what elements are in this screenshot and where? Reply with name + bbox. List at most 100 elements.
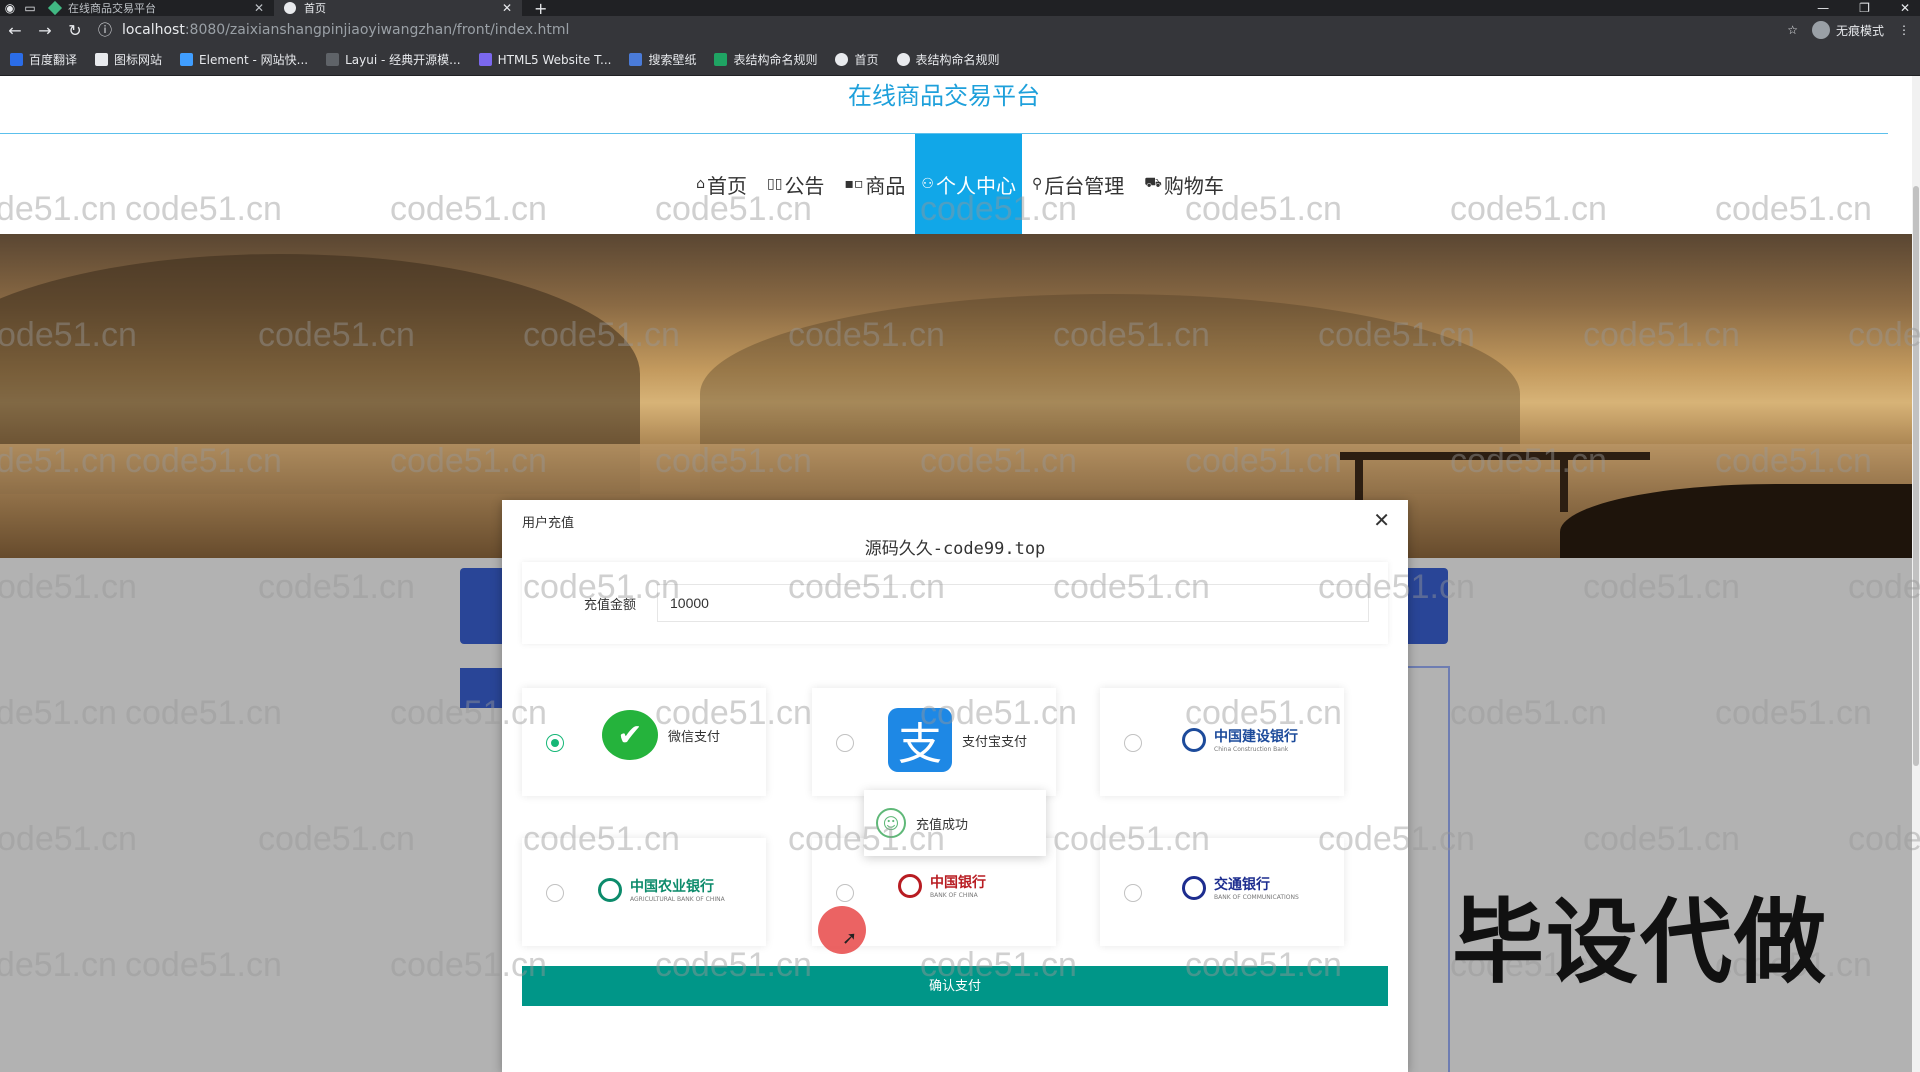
layui-icon bbox=[326, 53, 340, 66]
minimize-icon[interactable]: — bbox=[1817, 1, 1829, 15]
window-controls: — ❐ ✕ bbox=[1817, 1, 1920, 15]
nav-personal-center-label: 个人中心 bbox=[935, 173, 1016, 198]
nav-cart-label: 购物车 bbox=[1163, 173, 1224, 198]
pay-option-abc[interactable]: 中国农业银行 AGRICULTURAL BANK OF CHINA bbox=[522, 838, 766, 946]
alipay-logo: 支 支付宝支付 bbox=[888, 708, 1027, 772]
link-icon: ⚲ bbox=[1031, 176, 1043, 192]
amount-input[interactable] bbox=[657, 584, 1369, 622]
recharge-dialog: 用户充值 ✕ 源码久久-code99.top 充值金额 ✔ 微信支付 支 支付宝… bbox=[502, 500, 1408, 1072]
bocom-logo: 交通银行 BANK OF COMMUNICATIONS bbox=[1182, 874, 1299, 901]
site-title: 在线商品交易平台 bbox=[0, 76, 1888, 134]
boc-logo: 中国银行 BANK OF CHINA bbox=[898, 872, 986, 899]
address-bar: ← → ↻ ⓘ localhost:8080/zaixianshangpinji… bbox=[0, 16, 1920, 44]
flag-icon bbox=[95, 53, 109, 66]
nav-admin[interactable]: ⚲ 后台管理 bbox=[1022, 134, 1134, 234]
bookmark-baidu-translate[interactable]: 百度翻译 bbox=[10, 51, 77, 68]
info-icon[interactable]: ⓘ bbox=[98, 20, 112, 40]
element-icon bbox=[180, 53, 194, 66]
confirm-pay-button[interactable]: 确认支付 bbox=[522, 966, 1388, 1006]
tab-search-icon[interactable]: ▭ bbox=[20, 0, 40, 16]
nav-admin-label: 后台管理 bbox=[1044, 173, 1125, 198]
browser-tab-2[interactable]: 首页 ✕ bbox=[274, 0, 522, 16]
pay-option-ccb[interactable]: 中国建设银行 China Construction Bank bbox=[1100, 688, 1344, 796]
scrollbar-thumb[interactable] bbox=[1913, 186, 1919, 766]
radio-wechat[interactable] bbox=[546, 734, 564, 752]
nav-cart[interactable]: ⛟ 购物车 bbox=[1134, 134, 1234, 234]
wechat-pay-logo: ✔ 微信支付 bbox=[602, 710, 720, 760]
dialog-title: 用户充值 bbox=[522, 516, 575, 531]
dialog-close-icon[interactable]: ✕ bbox=[1373, 508, 1390, 532]
cursor-icon: ➚ bbox=[842, 928, 858, 949]
incognito-label: 无痕模式 bbox=[1835, 23, 1884, 38]
bookmark-table-rules-1[interactable]: 表结构命名规则 bbox=[714, 51, 817, 68]
forward-icon[interactable]: → bbox=[30, 21, 60, 40]
menu-icon[interactable]: ⋮ bbox=[1898, 23, 1910, 37]
boc-subname: BANK OF CHINA bbox=[930, 892, 978, 899]
pay-option-wechat[interactable]: ✔ 微信支付 bbox=[522, 688, 766, 796]
globe-icon bbox=[896, 53, 910, 66]
pay-option-alipay[interactable]: 支 支付宝支付 bbox=[812, 688, 1056, 796]
dialog-watermark-text: 源码久久-code99.top bbox=[864, 539, 1046, 559]
wallpaper-icon bbox=[629, 53, 643, 66]
radio-ccb[interactable] bbox=[1124, 734, 1142, 752]
success-toast: ☺ 充值成功 bbox=[864, 790, 1046, 856]
browser-tab-1[interactable]: 在线商品交易平台 ✕ bbox=[40, 0, 274, 16]
bookmark-table-rules-2[interactable]: 表结构命名规则 bbox=[896, 51, 1000, 68]
boc-emblem-icon bbox=[898, 873, 922, 898]
radio-bocom[interactable] bbox=[1124, 884, 1142, 902]
browser-tab-1-title: 在线商品交易平台 bbox=[68, 2, 156, 15]
wechat-pay-label: 微信支付 bbox=[668, 729, 721, 745]
ccb-subname: China Construction Bank bbox=[1214, 746, 1289, 753]
bookmark-home[interactable]: 首页 bbox=[835, 51, 879, 68]
restore-icon[interactable]: ❐ bbox=[1859, 1, 1870, 15]
globe-icon bbox=[835, 53, 849, 66]
star-icon[interactable]: ☆ bbox=[1787, 23, 1798, 37]
bookmark-wallpaper[interactable]: 搜索壁纸 bbox=[629, 51, 696, 68]
window-close-icon[interactable]: ✕ bbox=[1900, 1, 1910, 15]
alipay-label: 支付宝支付 bbox=[962, 734, 1028, 750]
boc-name: 中国银行 bbox=[930, 875, 986, 891]
bocom-subname: BANK OF COMMUNICATIONS bbox=[1214, 894, 1299, 901]
amount-row: 充值金额 bbox=[522, 562, 1388, 644]
user-icon: ⚇ bbox=[921, 176, 934, 192]
ccb-logo: 中国建设银行 China Construction Bank bbox=[1182, 726, 1298, 753]
bookmark-html5[interactable]: HTML5 Website T... bbox=[478, 53, 611, 67]
radio-abc[interactable] bbox=[546, 884, 564, 902]
radio-alipay[interactable] bbox=[836, 734, 854, 752]
main-nav: ⌂ 首页 ▯▯ 公告 ▪▫ 商品 ⚇ 个人中心 ⚲ 后台管理 ⛟ 购物车 bbox=[0, 134, 1920, 234]
bookmark-element[interactable]: Element - 网站快... bbox=[180, 51, 308, 68]
nav-notice-label: 公告 bbox=[784, 173, 825, 198]
pay-option-bocom[interactable]: 交通银行 BANK OF COMMUNICATIONS bbox=[1100, 838, 1344, 946]
abc-name: 中国农业银行 bbox=[630, 879, 714, 895]
url-field[interactable]: ⓘ localhost:8080/zaixianshangpinjiaoyiwa… bbox=[90, 19, 1787, 41]
grid-icon: ▪▫ bbox=[844, 176, 864, 192]
nav-home[interactable]: ⌂ 首页 bbox=[686, 134, 757, 234]
abc-subname: AGRICULTURAL BANK OF CHINA bbox=[630, 896, 725, 903]
notice-icon: ▯▯ bbox=[767, 176, 783, 192]
abc-logo: 中国农业银行 AGRICULTURAL BANK OF CHINA bbox=[598, 876, 725, 903]
nav-home-label: 首页 bbox=[707, 173, 748, 198]
abc-emblem-icon bbox=[598, 877, 622, 902]
back-icon[interactable]: ← bbox=[0, 21, 30, 40]
nav-products[interactable]: ▪▫ 商品 bbox=[834, 134, 915, 234]
close-tab-2-icon[interactable]: ✕ bbox=[502, 0, 512, 16]
promo-overlay-text: 毕设代做 bbox=[1452, 889, 1829, 996]
nav-notice[interactable]: ▯▯ 公告 bbox=[757, 134, 834, 234]
close-tab-1-icon[interactable]: ✕ bbox=[254, 0, 264, 16]
bookmark-icon-site[interactable]: 图标网站 bbox=[95, 51, 162, 68]
radio-boc[interactable] bbox=[836, 884, 854, 902]
toast-message: 充值成功 bbox=[916, 817, 969, 833]
vue-favicon-icon bbox=[47, 0, 63, 16]
ccb-name: 中国建设银行 bbox=[1214, 729, 1298, 745]
incognito-badge[interactable]: 无痕模式 bbox=[1811, 21, 1884, 39]
bocom-name: 交通银行 bbox=[1214, 877, 1270, 893]
url-path: :8080/zaixianshangpinjiaoyiwangzhan/fron… bbox=[184, 22, 570, 38]
translate-icon bbox=[10, 53, 23, 66]
ccb-emblem-icon bbox=[1182, 727, 1206, 752]
nav-personal-center[interactable]: ⚇ 个人中心 bbox=[915, 134, 1022, 234]
chrome-icon[interactable]: ◉ bbox=[0, 0, 20, 16]
bookmark-layui[interactable]: Layui - 经典开源模... bbox=[326, 51, 461, 68]
reload-icon[interactable]: ↻ bbox=[60, 21, 90, 40]
new-tab-icon[interactable]: + bbox=[522, 0, 559, 18]
sheet-icon bbox=[714, 53, 728, 66]
